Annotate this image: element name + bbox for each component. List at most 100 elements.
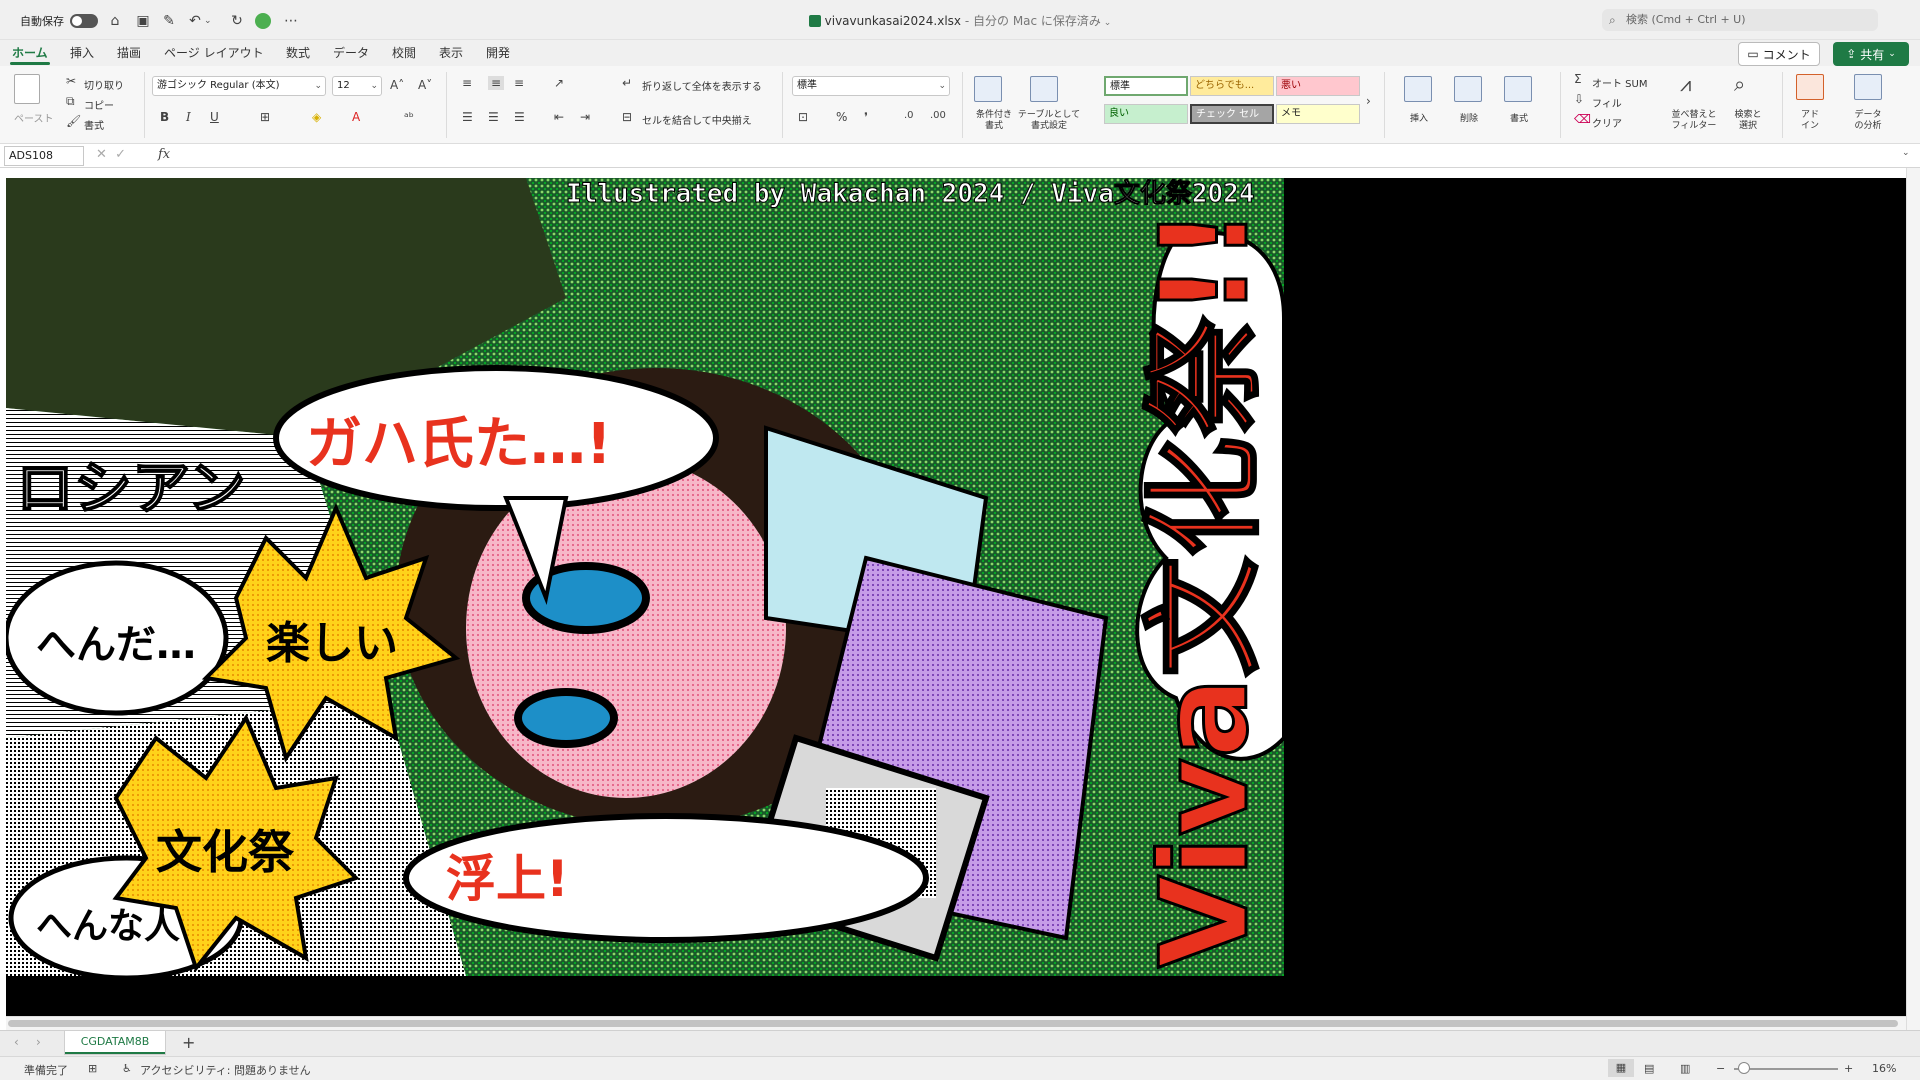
fill-button[interactable]: フィル [1592,95,1622,110]
addins-icon[interactable] [1796,74,1824,100]
delete-cells-button[interactable]: 削除 [1454,114,1484,125]
function-icon[interactable]: fx [158,147,170,162]
tab-data[interactable]: データ [333,44,369,61]
share-button[interactable]: ⇪ 共有 ⌄ [1833,42,1909,66]
conditional-format-button[interactable]: 条件付き 書式 [966,110,1022,132]
sort-filter-icon[interactable]: ⩘ [1680,72,1691,96]
style-neutral[interactable]: どちらでも... [1190,76,1274,96]
decrease-decimal-icon[interactable]: .00 [930,110,946,121]
sort-filter-button[interactable]: 並べ替えと フィルター [1666,110,1722,132]
scissors-icon[interactable]: ✂ [66,74,76,88]
accessibility-status[interactable]: アクセシビリティ: 問題ありません [140,1062,311,1078]
horizontal-scrollbar[interactable] [6,1016,1906,1030]
phonetic-icon[interactable]: ᵃᵇ [404,110,414,124]
autosum-icon[interactable]: Σ [1574,72,1582,86]
macro-record-icon[interactable]: ⊞ [88,1062,97,1075]
tab-draw[interactable]: 描画 [117,44,141,61]
scrollbar-thumb[interactable] [8,1020,1898,1027]
align-right-icon[interactable]: ☰ [514,110,525,124]
worksheet-grid[interactable]: ガハ氏た…! へんだ… へんな人 ロシアン 楽しい 文化祭 浮上! Illust… [0,168,1920,1030]
align-left-icon[interactable]: ☰ [462,110,473,124]
tab-developer[interactable]: 開発 [486,44,510,61]
cancel-confirm-icons[interactable]: ✕ ✓ [96,147,126,162]
vertical-scrollbar[interactable] [1906,168,1920,1030]
font-size-select[interactable]: 12 ⌄ [332,76,382,96]
decrease-indent-icon[interactable]: ⇤ [554,110,564,124]
next-sheet-icon[interactable]: › [36,1035,41,1049]
increase-decimal-icon[interactable]: .0 [904,110,914,121]
font-grow-icon[interactable]: A˄ [390,78,404,92]
search-box[interactable]: ⌕ 検索 (Cmd + Ctrl + U) [1602,9,1878,31]
zoom-out-icon[interactable]: − [1716,1062,1725,1075]
font-color-icon[interactable]: A [352,110,360,124]
tab-home[interactable]: ホーム [10,44,50,65]
accessibility-icon[interactable]: ♿ [122,1062,132,1075]
copy-icon[interactable]: ⧉ [66,94,75,109]
font-name-select[interactable]: 游ゴシック Regular (本文) ⌄ [152,76,326,96]
format-cells-button[interactable]: 書式 [1504,114,1534,125]
copy-button[interactable]: コピー [84,97,114,112]
increase-indent-icon[interactable]: ⇥ [580,110,590,124]
merge-icon[interactable]: ⊟ [622,110,632,124]
paste-button[interactable]: ペースト [14,110,54,125]
italic-button[interactable]: I [186,110,191,124]
style-bad[interactable]: 悪い [1276,76,1360,96]
page-break-view-icon[interactable]: ▥ [1680,1062,1690,1075]
page-layout-view-icon[interactable]: ▤ [1644,1062,1654,1075]
prev-sheet-icon[interactable]: ‹ [14,1035,19,1049]
sheet-tab-cgdatam8b[interactable]: CGDATAM8B [64,1031,166,1055]
chevron-down-icon[interactable]: ⌄ [1101,18,1112,28]
style-check-cell[interactable]: チェック セル [1190,104,1274,124]
cut-button[interactable]: 切り取り [84,77,124,92]
zoom-slider-thumb[interactable] [1738,1062,1750,1074]
eraser-icon[interactable]: ⌫ [1574,112,1591,126]
format-as-table-icon[interactable] [1030,76,1058,102]
zoom-level[interactable]: 16% [1872,1062,1896,1075]
orientation-icon[interactable]: ↗ [554,76,564,90]
format-as-table-button[interactable]: テーブルとして 書式設定 [1016,110,1082,132]
insert-cells-button[interactable]: 挿入 [1404,114,1434,125]
merge-center-button[interactable]: セルを結合して中央揃え [642,112,752,127]
align-middle-icon[interactable]: ≡ [488,76,505,90]
chevron-down-icon[interactable]: ⌄ [1902,148,1910,158]
percent-icon[interactable]: % [836,110,847,124]
addins-button[interactable]: アド イン [1794,110,1826,132]
tab-insert[interactable]: 挿入 [70,44,94,61]
name-box[interactable]: ADS108 [4,146,84,166]
insert-cells-icon[interactable] [1404,76,1432,102]
font-shrink-icon[interactable]: A˅ [418,78,432,92]
style-good[interactable]: 良い [1104,104,1188,124]
format-painter-icon[interactable]: 🖌 [66,114,81,128]
zoom-in-icon[interactable]: + [1844,1062,1853,1075]
comma-style-icon[interactable]: ❜ [864,110,868,124]
normal-view-icon[interactable]: ▦ [1608,1059,1634,1077]
tab-formulas[interactable]: 数式 [286,44,310,61]
delete-cells-icon[interactable] [1454,76,1482,102]
tab-review[interactable]: 校閲 [392,44,416,61]
align-bottom-icon[interactable]: ≡ [514,76,524,90]
autosum-button[interactable]: オート SUM [1592,75,1647,90]
format-painter-button[interactable]: 書式 [84,117,104,132]
wrap-text-button[interactable]: 折り返して全体を表示する [642,78,762,93]
style-normal[interactable]: 標準 [1104,76,1188,96]
borders-icon[interactable]: ⊞ [260,110,270,124]
bold-button[interactable]: B [160,110,169,124]
style-note[interactable]: メモ [1276,104,1360,124]
fill-color-icon[interactable]: ◈ [312,110,321,124]
align-center-icon[interactable]: ☰ [488,110,499,124]
tab-view[interactable]: 表示 [439,44,463,61]
find-select-icon[interactable]: ⌕ [1734,72,1745,96]
format-cells-icon[interactable] [1504,76,1532,102]
number-format-select[interactable]: 標準 ⌄ [792,76,950,96]
tab-page-layout[interactable]: ページ レイアウト [164,44,264,61]
chevron-right-icon[interactable]: › [1366,94,1371,108]
add-sheet-icon[interactable]: + [182,1033,195,1052]
currency-icon[interactable]: ⊡ [798,110,808,124]
fill-icon[interactable]: ⇩ [1574,92,1584,106]
find-select-button[interactable]: 検索と 選択 [1728,110,1768,132]
comment-button[interactable]: ▭ コメント [1738,42,1820,66]
wrap-text-icon[interactable]: ↵ [622,76,632,90]
paste-icon[interactable] [14,74,40,104]
conditional-format-icon[interactable] [974,76,1002,102]
underline-button[interactable]: U [210,110,219,124]
